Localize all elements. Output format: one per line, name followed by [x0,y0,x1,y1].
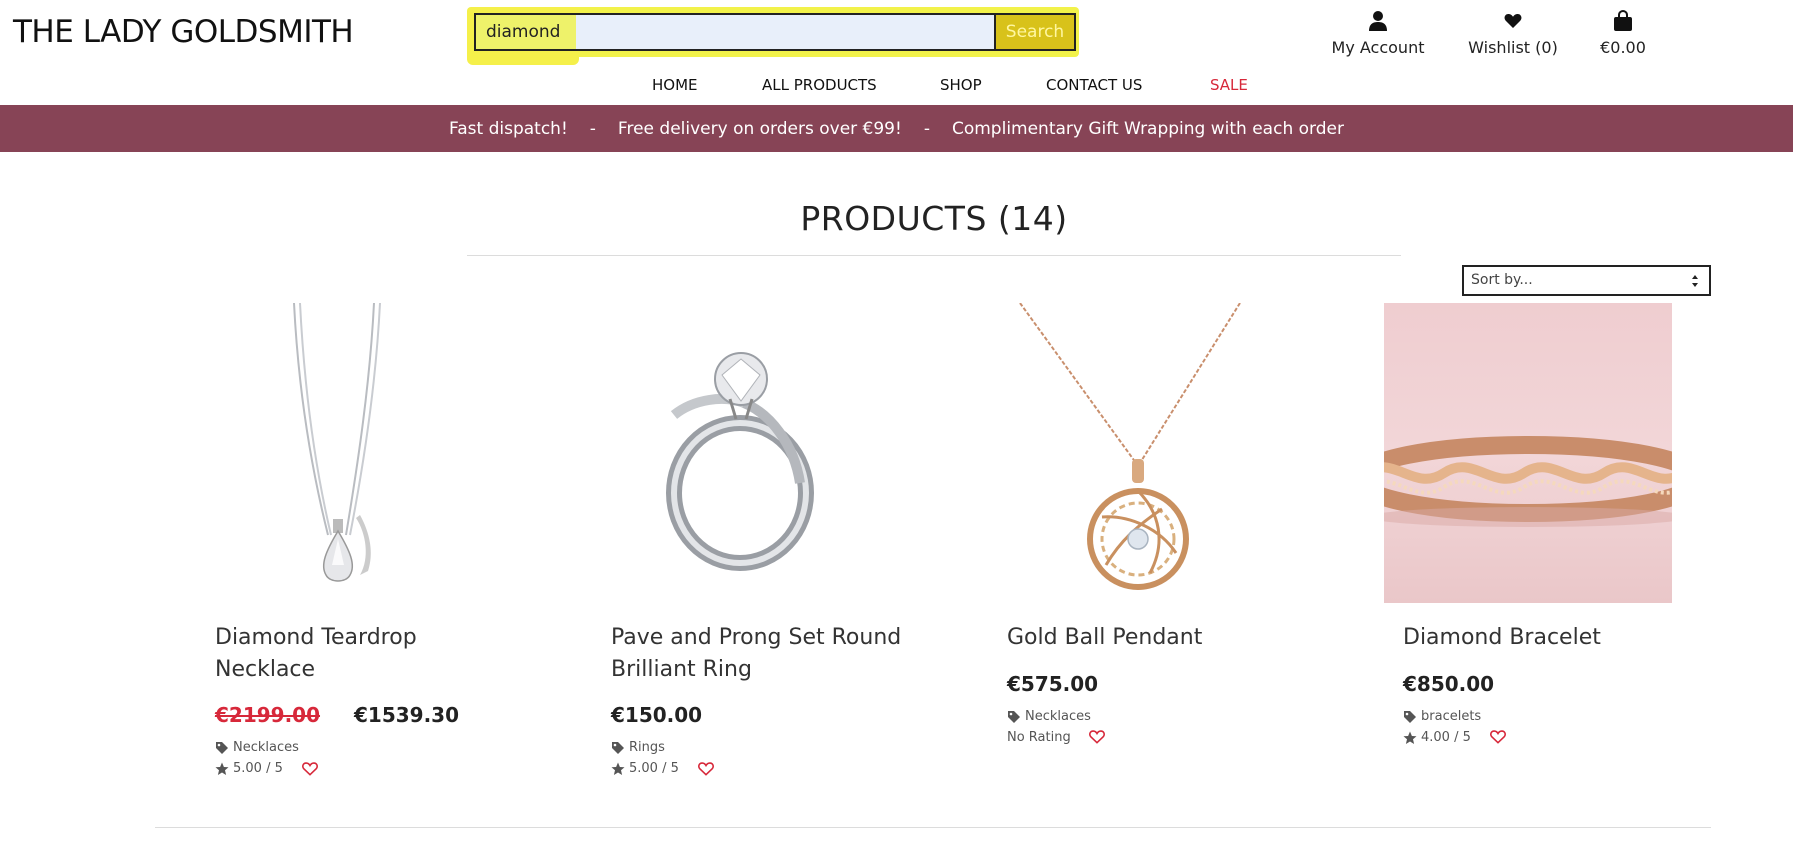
product-name[interactable]: Diamond Bracelet [1403,622,1703,654]
nav-home[interactable]: HOME [652,76,698,94]
product-image-teardrop-necklace[interactable] [198,303,486,603]
tag-icon [612,741,624,754]
user-icon [1328,8,1428,34]
banner-separator: - [589,118,596,139]
nav-contact-us[interactable]: CONTACT US [1046,76,1142,94]
main-nav: HOME ALL PRODUCTS SHOP CONTACT US SALE [0,76,1793,98]
product-image-gold-ball-pendant[interactable] [990,303,1278,603]
product-rating: No Rating [1007,730,1071,745]
product-price: €1539.30 [354,703,460,727]
banner-dispatch: Fast dispatch! [449,118,568,139]
product-rating: 5.00 / 5 [611,761,679,776]
product-category-label: Rings [629,740,665,755]
wishlist-heart-icon[interactable] [1089,730,1105,744]
my-account-label: My Account [1331,38,1425,57]
site-logo[interactable]: THE LADY GOLDSMITH [13,14,354,50]
product-rating-value: 5.00 / 5 [629,761,679,776]
wishlist-link[interactable]: Wishlist (0) [1465,8,1561,57]
search-button[interactable]: Search [996,13,1076,51]
page-title: PRODUCTS (14) [800,199,1068,238]
product-category[interactable]: Necklaces [1007,709,1091,724]
heart-icon [1465,8,1561,34]
banner-gift-wrapping: Complimentary Gift Wrapping with each or… [951,118,1344,139]
wishlist-heart-icon[interactable] [302,762,318,776]
sort-select-value: Sort by... [1471,272,1533,288]
product-rating-value: 5.00 / 5 [233,761,283,776]
product-rating: 5.00 / 5 [215,761,283,776]
tag-icon [216,741,228,754]
wishlist-label: Wishlist (0) [1468,38,1558,57]
product-price: €575.00 [1007,672,1099,696]
product-category[interactable]: bracelets [1403,709,1481,724]
product-image-diamond-bracelet[interactable] [1384,303,1672,603]
wishlist-heart-icon[interactable] [1490,730,1506,744]
product-name[interactable]: Gold Ball Pendant [1007,622,1307,654]
product-card[interactable]: Diamond Bracelet €850.00 bracelets 4.00 … [1384,303,1704,745]
nav-shop[interactable]: SHOP [940,76,982,94]
product-category-label: bracelets [1421,709,1482,724]
product-category-label: Necklaces [233,740,299,755]
search-input-value: diamond [486,22,561,42]
sort-select[interactable]: Sort by... [1462,265,1711,296]
product-category[interactable]: Rings [611,740,665,755]
product-old-price: €2199.00 [215,703,321,727]
product-card[interactable]: Gold Ball Pendant €575.00 Necklaces No R… [990,303,1310,745]
tag-icon [1404,710,1416,723]
my-account-link[interactable]: My Account [1328,8,1428,57]
product-category[interactable]: Necklaces [215,740,299,755]
banner-free-delivery: Free delivery on orders over €99! [617,118,902,139]
product-rating-value: No Rating [1007,730,1071,745]
product-card[interactable]: Pave and Prong Set Round Brilliant Ring … [594,303,914,776]
star-icon [215,762,229,775]
shopping-bag-icon [1598,8,1648,34]
product-name[interactable]: Diamond Teardrop Necklace [215,622,515,686]
product-card[interactable]: Diamond Teardrop Necklace €2199.00 €1539… [198,303,518,776]
star-icon [1403,731,1417,744]
product-rating-value: 4.00 / 5 [1421,730,1471,745]
cart-link[interactable]: €0.00 [1598,8,1648,57]
promo-banner: Fast dispatch! - Free delivery on orders… [0,105,1793,152]
tag-icon [1008,710,1020,723]
star-icon [611,762,625,775]
product-price: €150.00 [611,703,703,727]
product-name[interactable]: Pave and Prong Set Round Brilliant Ring [611,622,911,686]
product-rating: 4.00 / 5 [1403,730,1471,745]
product-category-label: Necklaces [1025,709,1091,724]
section-divider [155,827,1711,828]
wishlist-heart-icon[interactable] [698,762,714,776]
banner-separator: - [923,118,930,139]
product-price: €850.00 [1403,672,1495,696]
title-divider [467,255,1401,256]
product-image-round-brilliant-ring[interactable] [594,303,882,603]
cart-total: €0.00 [1600,38,1646,57]
nav-all-products[interactable]: ALL PRODUCTS [762,76,877,94]
sort-arrows-icon [1692,275,1698,287]
nav-sale[interactable]: SALE [1210,76,1248,94]
